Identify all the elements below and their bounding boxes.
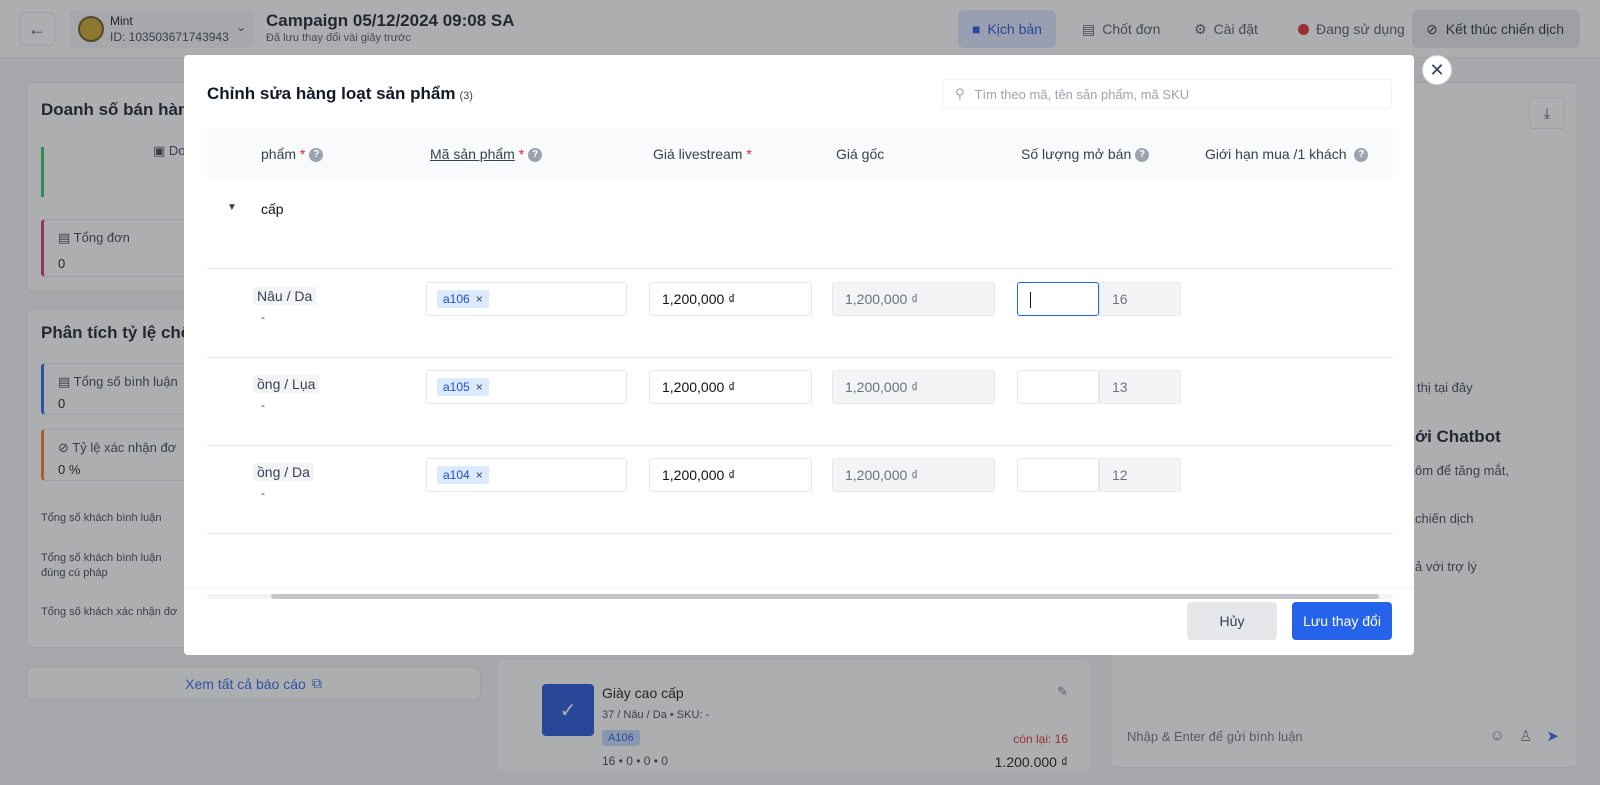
table-header: phẩm *? Mã sản phẩm *? Giá livestream * … — [207, 128, 1393, 180]
live-price-input[interactable]: 1,200,000 ₫ — [649, 370, 812, 404]
variant-sub: - — [261, 486, 265, 500]
divider — [184, 587, 1414, 588]
col-product: phẩm *? — [261, 146, 324, 163]
quantity-input[interactable] — [1017, 458, 1099, 492]
close-icon[interactable]: × — [476, 380, 483, 394]
sku-field[interactable]: a106 × — [426, 282, 627, 316]
original-price-field: 1,200,000 ₫ — [832, 458, 995, 492]
help-icon: ? — [309, 148, 324, 163]
live-price-input[interactable]: 1,200,000 ₫ — [649, 458, 812, 492]
help-icon: ? — [528, 148, 543, 163]
sku-field[interactable]: a105 × — [426, 370, 627, 404]
quantity-input[interactable] — [1017, 370, 1099, 404]
sku-field[interactable]: a104 × — [426, 458, 627, 492]
scrollbar-thumb[interactable] — [271, 594, 1379, 599]
help-icon: ? — [1135, 148, 1150, 163]
col-limit: Giới hạn mua /1 khách ? — [1205, 146, 1369, 163]
cancel-button[interactable]: Hủy — [1187, 602, 1277, 640]
stock-count: 13 — [1099, 370, 1181, 404]
help-icon: ? — [1354, 148, 1369, 163]
col-live-price: Giá livestream * — [653, 146, 752, 162]
live-price-input[interactable]: 1,200,000 ₫ — [649, 282, 812, 316]
table-row: ồng / Da - a104 × 1,200,000 ₫ 1,200,000 ₫… — [207, 446, 1393, 534]
stock-count: 12 — [1099, 458, 1181, 492]
table-row: Nâu / Da - a106 × 1,200,000 ₫ 1,200,000 ₫… — [207, 270, 1393, 358]
modal-title: Chỉnh sửa hàng loạt sản phẩm (3) — [207, 84, 473, 103]
sku-tag: a105 × — [437, 378, 489, 396]
horizontal-scrollbar[interactable] — [207, 594, 1393, 599]
product-table: phẩm *? Mã sản phẩm *? Giá livestream * … — [207, 128, 1393, 599]
stock-count: 16 — [1099, 282, 1181, 316]
close-icon[interactable]: × — [476, 468, 483, 482]
variant-sub: - — [261, 310, 265, 324]
table-row: ồng / Lụa - a105 × 1,200,000 ₫ 1,200,000 … — [207, 358, 1393, 446]
product-group-row: ▼ cấp — [207, 180, 1393, 269]
save-button[interactable]: Lưu thay đổi — [1292, 602, 1392, 640]
sku-tag: a104 × — [437, 466, 489, 484]
original-price-field: 1,200,000 ₫ — [832, 282, 995, 316]
close-modal-button[interactable]: ✕ — [1422, 55, 1452, 85]
text-cursor — [1030, 292, 1031, 309]
col-sku: Mã sản phẩm *? — [430, 146, 543, 163]
modal-count: (3) — [459, 90, 473, 102]
close-icon[interactable]: × — [476, 292, 483, 306]
quantity-input[interactable] — [1017, 282, 1099, 316]
search-icon: ⚲ — [955, 86, 965, 101]
variant-label: ồng / Lụa — [253, 375, 320, 393]
col-quantity: Số lượng mở bán? — [1021, 146, 1150, 163]
bulk-edit-modal: Chỉnh sửa hàng loạt sản phẩm(3) ⚲ phẩm *… — [184, 55, 1414, 655]
variant-label: Nâu / Da — [253, 287, 317, 305]
variant-label: ồng / Da — [253, 463, 314, 481]
original-price-field: 1,200,000 ₫ — [832, 370, 995, 404]
caret-down-icon[interactable]: ▼ — [227, 202, 237, 213]
group-name: cấp — [261, 201, 284, 217]
close-icon: ✕ — [1429, 59, 1445, 80]
variant-sub: - — [261, 398, 265, 412]
search-box: ⚲ — [942, 79, 1392, 109]
search-input[interactable] — [974, 86, 1375, 102]
sku-tag: a106 × — [437, 290, 489, 308]
col-original-price: Giá gốc — [836, 146, 885, 162]
